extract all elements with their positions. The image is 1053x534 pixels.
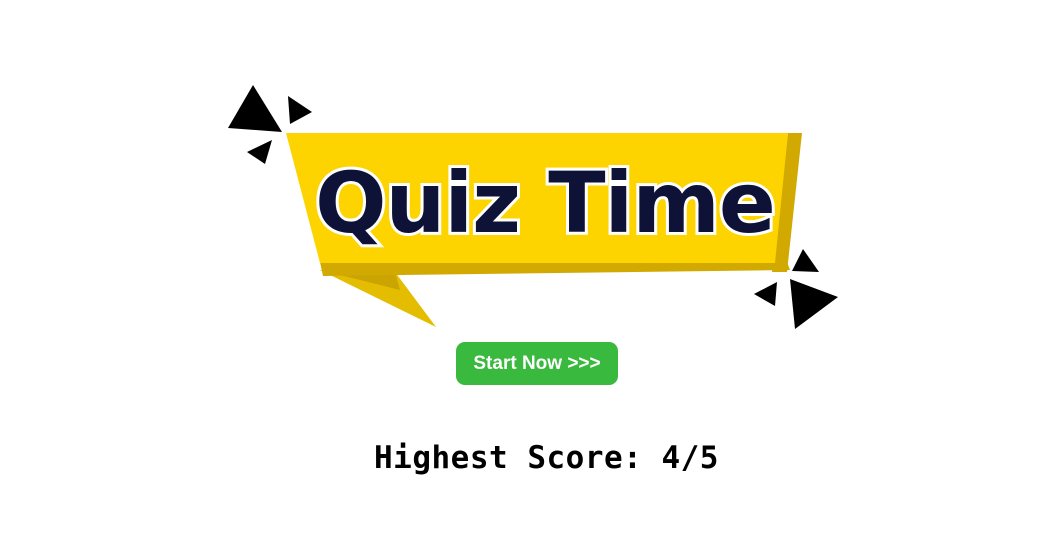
banner-shadow [320,262,790,276]
start-now-label: Start Now >>> [473,352,601,374]
triangle-icon [228,85,282,132]
highest-score-label: Highest Score: [374,440,643,476]
triangle-icon [288,96,312,124]
highest-score: Highest Score: 4/5 [0,440,1053,476]
highest-score-value: 4/5 [661,440,719,476]
triangle-icon [790,279,838,329]
quiz-start-screen: Quiz Time Start Now >>> Highest Score: 4… [0,0,1053,534]
start-now-button[interactable]: Start Now >>> [456,342,618,385]
triangle-icon [792,249,819,272]
banner-title: Quiz Time [315,154,775,252]
triangle-icon [247,140,272,164]
triangle-icon [754,282,777,306]
